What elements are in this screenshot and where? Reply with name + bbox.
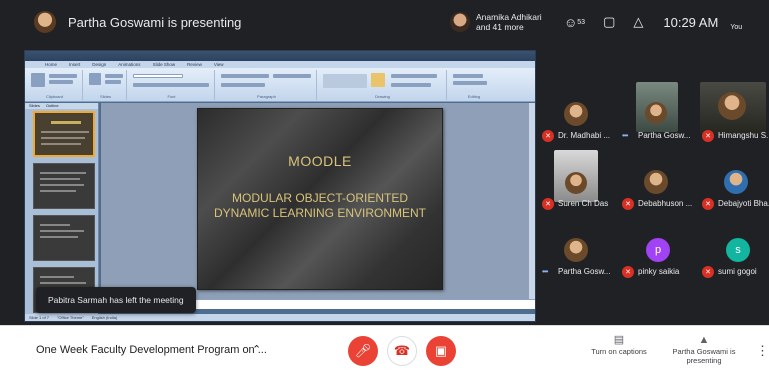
mic-off-icon: 🎤︎ [354, 343, 372, 358]
avatar: p [646, 238, 670, 262]
participant-count: 53 [577, 18, 586, 26]
status-language: English (India) [91, 315, 118, 320]
participant-avatar [450, 12, 470, 32]
mic-off-icon: ✕ [622, 198, 634, 210]
present-screen-icon: ▲ [698, 334, 710, 346]
ppt-tab: Review [187, 62, 202, 67]
status-slide: Slide 1 of 7 [29, 315, 50, 320]
participant-tile[interactable]: ✕ Debabhuson ... [620, 148, 692, 216]
mic-off-icon: ✕ [702, 266, 714, 278]
avatar [564, 238, 588, 262]
tab-outline: Outline [45, 103, 59, 108]
participants-summary: Anamika Adhikari and 41 more [476, 12, 542, 32]
you-label: You [730, 24, 743, 31]
participant-tile[interactable]: ••• Partha Gosw... [620, 80, 692, 148]
slide-thumbnail [33, 163, 95, 209]
status-theme: "Office Theme" [57, 315, 84, 320]
ppt-tab: Slide Show [152, 62, 176, 67]
participant-name: Himangshu S... [718, 131, 769, 140]
participant-tile[interactable]: ••• Partha Gosw... [540, 216, 612, 284]
presenting-button[interactable]: ▲ Partha Goswami is presenting [670, 334, 738, 366]
editor-scrollbar [529, 103, 535, 307]
ppt-ribbon-tabs: Home Insert Design Animations Slide Show… [25, 61, 535, 68]
ribbon-group-clipboard: Clipboard [27, 70, 83, 100]
ribbon-group-font: Font [129, 70, 215, 100]
camera-off-icon: ▣ [434, 343, 448, 358]
participant-name: Suren Ch Das [558, 199, 609, 208]
tab-slides: Slides [29, 103, 40, 108]
slide-subtitle: MODULAR OBJECT-ORIENTED DYNAMIC LEARNING… [213, 191, 427, 220]
participant-tile[interactable]: ✕ Himangshu S... [700, 80, 769, 148]
slide-title: MOODLE [288, 153, 352, 169]
camera-toggle-button[interactable]: ▣ [426, 336, 456, 366]
more-options-icon[interactable]: ⋮ [756, 343, 769, 359]
ppt-tab: Animations [118, 62, 141, 67]
participant-tile[interactable]: p ✕ pinky saikia [620, 216, 692, 284]
avatar [724, 170, 748, 194]
avatar [564, 102, 588, 126]
video-feed [636, 82, 678, 132]
video-feed [700, 82, 766, 134]
mic-off-icon: ✕ [542, 198, 554, 210]
slide-editor: MOODLE MODULAR OBJECT-ORIENTED DYNAMIC L… [101, 103, 535, 307]
activities-icon[interactable]: △ [633, 14, 643, 30]
ppt-tab: Home [45, 62, 58, 67]
participant-name: Debajyoti Bha... [718, 199, 769, 208]
notification-toast: Pabitra Sarmah has left the meeting [36, 287, 196, 313]
leave-call-button[interactable]: ☎ [387, 336, 417, 366]
ppt-tab: View [213, 62, 224, 67]
meeting-stage: Partha Goswami is presenting Anamika Adh… [0, 0, 769, 325]
chat-icon[interactable]: ▢ [603, 14, 615, 30]
self-view[interactable]: You [730, 13, 754, 31]
people-icon[interactable]: ☺ 53 [564, 15, 585, 30]
participant-name: sumi gogoi [718, 267, 757, 276]
video-feed [554, 150, 598, 202]
participant-tile[interactable]: ✕ Debajyoti Bha... [700, 148, 769, 216]
mic-off-icon: ✕ [702, 198, 714, 210]
participant-name: Dr. Madhabi ... [558, 131, 611, 140]
shared-screen: Home Insert Design Animations Slide Show… [24, 50, 536, 322]
speaking-indicator-icon: ••• [542, 267, 548, 276]
control-bar: One Week Faculty Development Program on … [0, 325, 769, 372]
ribbon-group-drawing: Drawing [319, 70, 447, 100]
slide-thumbnail [33, 111, 95, 157]
captions-label: Turn on captions [591, 347, 647, 356]
current-slide: MOODLE MODULAR OBJECT-ORIENTED DYNAMIC L… [197, 108, 443, 290]
mic-off-icon: ✕ [622, 266, 634, 278]
ppt-ribbon: Clipboard Slides Font Paragraph Drawing … [25, 68, 535, 102]
presenting-label: Partha Goswami is presenting [672, 347, 736, 365]
clock: 10:29 AM [663, 14, 719, 30]
top-right-controls: Anamika Adhikari and 41 more ☺ 53 ▢ △ 10:… [440, 8, 769, 36]
participant-tile[interactable]: ✕ Dr. Madhabi ... [540, 80, 612, 148]
ppt-titlebar [25, 51, 535, 61]
ribbon-group-slides: Slides [85, 70, 127, 100]
captions-icon: ▤ [613, 334, 625, 346]
ppt-statusbar: Slide 1 of 7 "Office Theme" English (Ind… [25, 314, 535, 321]
ribbon-group-paragraph: Paragraph [217, 70, 317, 100]
avatar: s [726, 238, 750, 262]
thumbnail-tabs: Slides Outline [25, 103, 98, 109]
mic-off-icon: ✕ [702, 130, 714, 142]
avatar [644, 170, 668, 194]
slide-thumbnail [33, 215, 95, 261]
ppt-tab: Design [92, 62, 107, 67]
presenter-avatar [34, 11, 56, 33]
end-call-icon: ☎ [393, 343, 411, 358]
captions-button[interactable]: ▤ Turn on captions [584, 334, 654, 357]
ribbon-group-editing: Editing [449, 70, 499, 100]
participant-name: Partha Gosw... [558, 267, 611, 276]
presenter-label: Partha Goswami is presenting [68, 14, 242, 30]
participant-name: Partha Gosw... [638, 131, 691, 140]
mic-toggle-button[interactable]: 🎤︎ [348, 336, 378, 366]
speaking-indicator-icon: ••• [622, 131, 628, 140]
mic-off-icon: ✕ [542, 130, 554, 142]
participant-name: pinky saikia [638, 267, 680, 276]
participant-tile[interactable]: ✕ Suren Ch Das [540, 148, 612, 216]
meeting-title[interactable]: One Week Faculty Development Program on … [36, 344, 267, 356]
slide-thumbnail-pane: Slides Outline [25, 103, 99, 315]
participant-tile[interactable]: s ✕ sumi gogoi [700, 216, 769, 284]
participant-name: Debabhuson ... [638, 199, 693, 208]
ppt-tab: Insert [69, 62, 81, 67]
chevron-up-icon[interactable]: ⌃ [252, 343, 261, 356]
